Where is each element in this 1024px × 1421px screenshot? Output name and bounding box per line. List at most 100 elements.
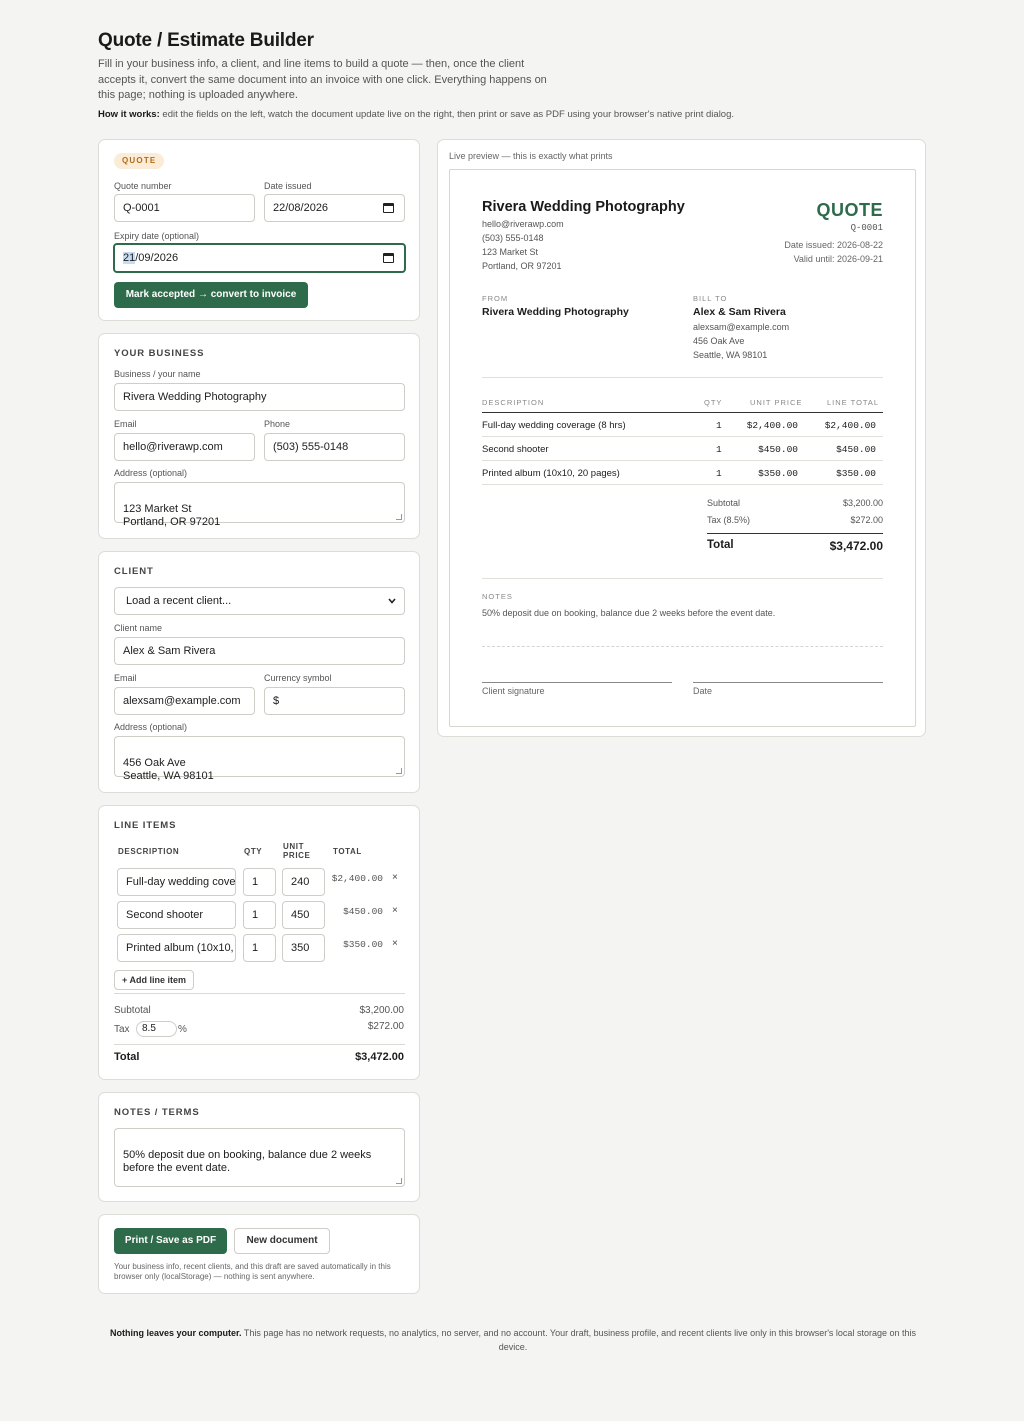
business-email-label: Email bbox=[114, 419, 137, 429]
business-address-value: 123 Market St Portland, OR 97201 bbox=[123, 503, 221, 528]
convert-to-invoice-button[interactable]: Mark accepted → convert to invoice bbox=[114, 282, 308, 308]
line-item-total: $350.00 bbox=[343, 939, 383, 950]
calendar-icon[interactable] bbox=[383, 253, 394, 263]
doc-business-address-line2: Portland, OR 97201 bbox=[482, 261, 562, 271]
doc-row-unit-price: $2,400.00 bbox=[746, 420, 798, 431]
dashed-divider bbox=[482, 646, 883, 647]
doc-row-unit-price: $450.00 bbox=[758, 444, 798, 455]
client-email-label: Email bbox=[114, 673, 137, 683]
signature-line bbox=[482, 682, 672, 683]
doc-row-qty: 1 bbox=[716, 420, 722, 431]
resize-grip-icon[interactable] bbox=[396, 768, 402, 774]
line-item-price-input[interactable]: 450 bbox=[282, 901, 325, 929]
document-preview: Rivera Wedding Photography hello@riveraw… bbox=[449, 169, 916, 727]
line-item-total: $2,400.00 bbox=[331, 873, 383, 884]
tax-label: Tax bbox=[114, 1024, 130, 1035]
doc-bill-to-label: BILL TO bbox=[693, 294, 728, 303]
line-item-price-input[interactable]: 350 bbox=[282, 934, 325, 962]
preview-caption: Live preview — this is exactly what prin… bbox=[449, 151, 613, 161]
notes-value: 50% deposit due on booking, balance due … bbox=[123, 1149, 372, 1174]
client-address-label: Address (optional) bbox=[114, 722, 188, 732]
date-issued-input[interactable]: 22/08/2026 bbox=[264, 194, 405, 222]
doc-subtotal-label: Subtotal bbox=[707, 498, 741, 508]
divider bbox=[482, 460, 883, 461]
doc-type-badge: QUOTE bbox=[114, 153, 165, 169]
line-item-price-input[interactable]: 240 bbox=[282, 868, 325, 896]
business-card: YOUR BUSINESS Business / your name River… bbox=[98, 333, 420, 539]
divider bbox=[482, 578, 883, 579]
doc-row-line-total: $350.00 bbox=[836, 468, 876, 479]
doc-business-address-line1: 123 Market St bbox=[482, 247, 539, 257]
client-email-input[interactable]: alexsam@example.com bbox=[114, 687, 255, 715]
doc-col-description: DESCRIPTION bbox=[482, 398, 545, 407]
client-name-label: Client name bbox=[114, 623, 163, 633]
page-title: Quote / Estimate Builder bbox=[98, 30, 314, 51]
tax-percent-sign: % bbox=[178, 1024, 187, 1035]
footer-text: This page has no network requests, no an… bbox=[241, 1328, 916, 1352]
business-address-textarea[interactable]: 123 Market St Portland, OR 97201 bbox=[114, 482, 405, 528]
line-item-qty-input[interactable]: 1 bbox=[243, 868, 276, 896]
business-phone-label: Phone bbox=[264, 419, 291, 429]
remove-line-item-icon[interactable]: × bbox=[392, 905, 398, 916]
page-footer: Nothing leaves your computer. This page … bbox=[98, 1326, 928, 1354]
doc-date-issued: Date issued: 2026-08-22 bbox=[784, 240, 883, 250]
business-phone-input[interactable]: (503) 555-0148 bbox=[264, 433, 405, 461]
doc-bill-email: alexsam@example.com bbox=[693, 322, 790, 332]
doc-bill-address-line1: 456 Oak Ave bbox=[693, 336, 745, 346]
expiry-date-input[interactable]: 21/09/2026 bbox=[113, 243, 406, 273]
subtotal-value: $3,200.00 bbox=[359, 1005, 405, 1016]
resize-grip-icon[interactable] bbox=[396, 1178, 402, 1184]
line-item-total: $450.00 bbox=[343, 906, 383, 917]
col-total-header: TOTAL bbox=[333, 847, 362, 856]
date-issued-value: 22/08/2026 bbox=[273, 202, 329, 214]
notes-textarea[interactable]: 50% deposit due on booking, balance due … bbox=[114, 1128, 405, 1187]
remove-line-item-icon[interactable]: × bbox=[392, 938, 398, 949]
client-name-input[interactable]: Alex & Sam Rivera bbox=[114, 637, 405, 665]
col-qty-header: QTY bbox=[244, 847, 263, 856]
col-unit-price-header: UNIT PRICE bbox=[283, 842, 311, 860]
total-rule bbox=[707, 533, 883, 534]
line-item-description-input[interactable]: Full-day wedding cove bbox=[117, 868, 236, 896]
doc-row-description: Printed album (10x10, 20 pages) bbox=[482, 468, 620, 479]
doc-col-unit-price: UNIT PRICE bbox=[750, 398, 803, 407]
expiry-day-selected: 21 bbox=[123, 252, 136, 264]
doc-subtotal-value: $3,200.00 bbox=[842, 498, 883, 508]
calendar-icon[interactable] bbox=[383, 203, 394, 213]
expiry-date-rest: /09/2026 bbox=[135, 252, 179, 264]
notes-card: NOTES / TERMS 50% deposit due on booking… bbox=[98, 1092, 420, 1202]
currency-symbol-input[interactable]: $ bbox=[264, 687, 405, 715]
footer-bold: Nothing leaves your computer. bbox=[110, 1328, 242, 1338]
line-item-qty-input[interactable]: 1 bbox=[243, 934, 276, 962]
chevron-down-icon bbox=[388, 598, 396, 604]
quote-number-input[interactable]: Q-0001 bbox=[114, 194, 255, 222]
add-line-item-button[interactable]: + Add line item bbox=[114, 970, 194, 990]
new-document-button[interactable]: New document bbox=[234, 1228, 330, 1254]
client-card: CLIENT Load a recent client... Client na… bbox=[98, 551, 420, 793]
recent-client-select[interactable]: Load a recent client... bbox=[114, 587, 405, 615]
line-item-qty-input[interactable]: 1 bbox=[243, 901, 276, 929]
how-it-works-label: How it works: bbox=[98, 108, 160, 120]
doc-notes-label: NOTES bbox=[482, 592, 513, 601]
subtotal-label: Subtotal bbox=[114, 1005, 151, 1016]
how-it-works: How it works: edit the fields on the lef… bbox=[98, 109, 928, 120]
quote-number-label: Quote number bbox=[114, 181, 172, 191]
actions-card: Print / Save as PDF New document Your bu… bbox=[98, 1214, 420, 1294]
business-name-label: Business / your name bbox=[114, 369, 201, 379]
business-name-input[interactable]: Rivera Wedding Photography bbox=[114, 383, 405, 411]
client-address-textarea[interactable]: 456 Oak Ave Seattle, WA 98101 bbox=[114, 736, 405, 782]
doc-date-label: Date bbox=[693, 686, 713, 696]
business-email-input[interactable]: hello@riverawp.com bbox=[114, 433, 255, 461]
preview-panel: Live preview — this is exactly what prin… bbox=[437, 139, 926, 737]
doc-col-qty: QTY bbox=[704, 398, 723, 407]
remove-line-item-icon[interactable]: × bbox=[392, 872, 398, 883]
tax-rate-input[interactable]: 8.5 bbox=[136, 1021, 177, 1037]
doc-total-value: $3,472.00 bbox=[829, 539, 883, 553]
line-item-description-input[interactable]: Printed album (10x10, bbox=[117, 934, 236, 962]
doc-from-name: Rivera Wedding Photography bbox=[482, 306, 629, 318]
line-item-description-input[interactable]: Second shooter bbox=[117, 901, 236, 929]
resize-grip-icon[interactable] bbox=[396, 514, 402, 520]
doc-business-phone: (503) 555-0148 bbox=[482, 233, 544, 243]
print-save-pdf-button[interactable]: Print / Save as PDF bbox=[114, 1228, 227, 1254]
doc-bill-address-line2: Seattle, WA 98101 bbox=[693, 350, 768, 360]
page-intro: Fill in your business info, a client, an… bbox=[98, 58, 547, 101]
